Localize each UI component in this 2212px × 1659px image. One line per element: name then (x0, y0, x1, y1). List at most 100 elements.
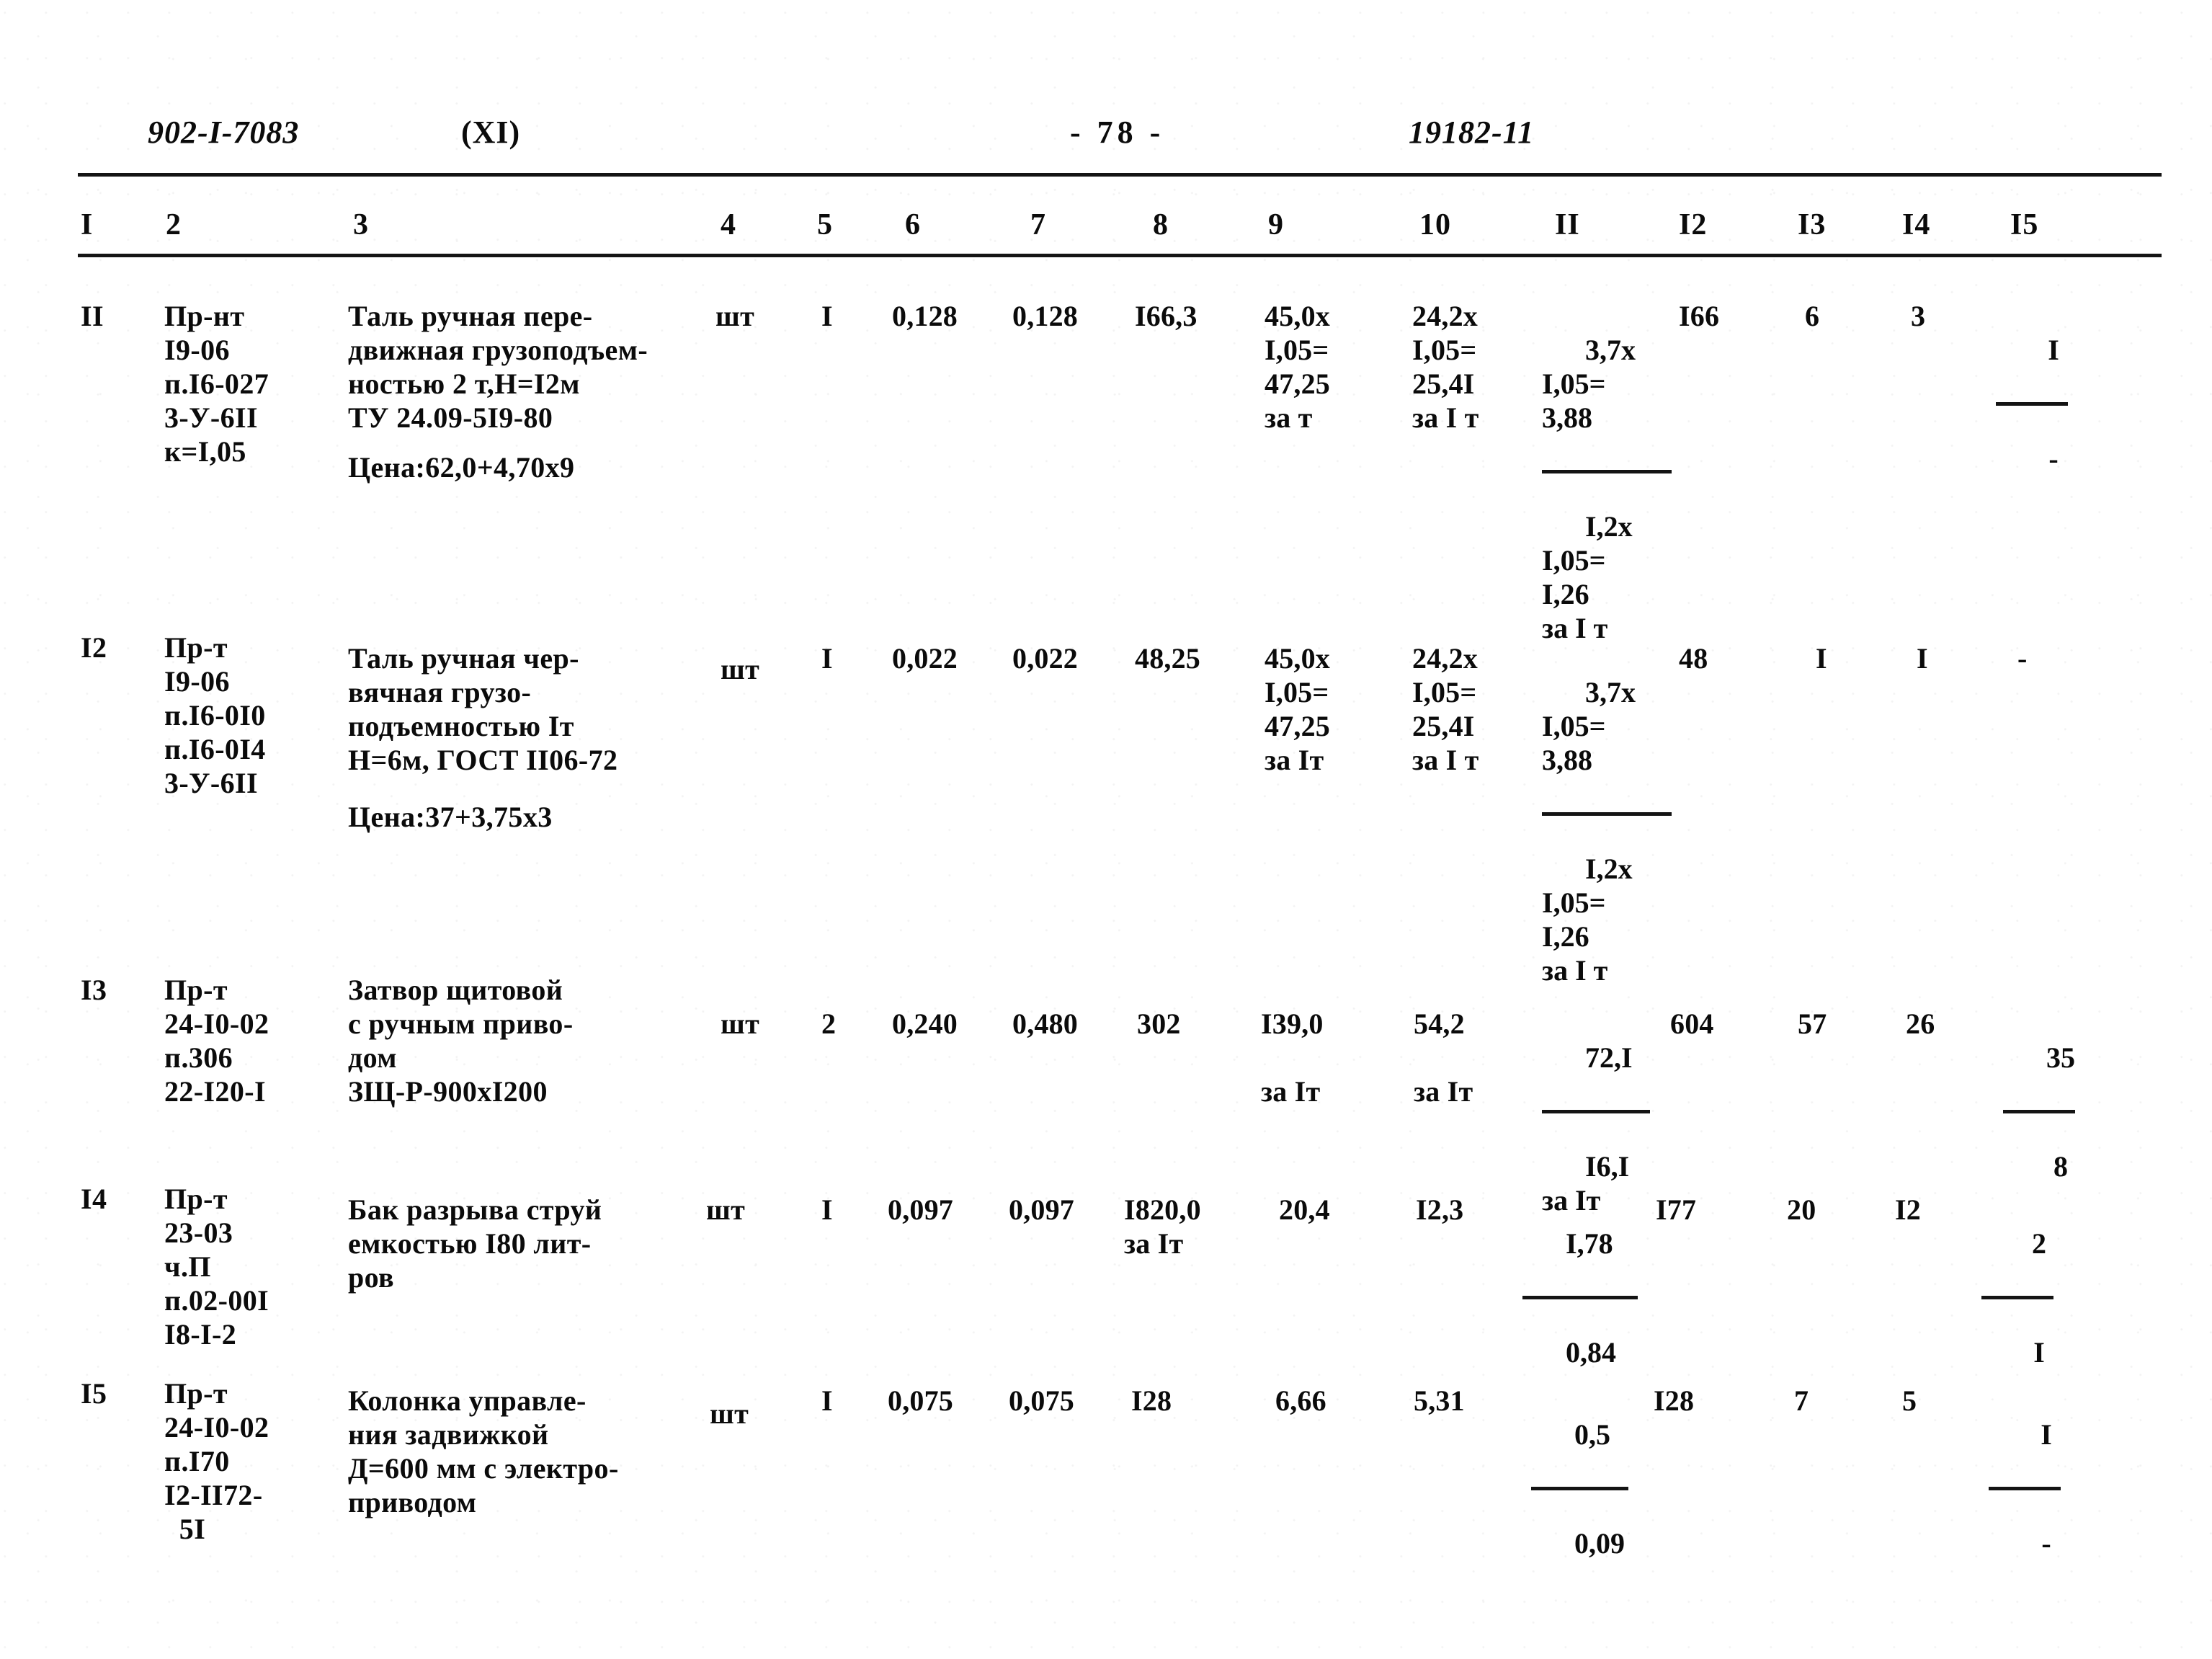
row-3-col-11-top: 72,I (1585, 1041, 1633, 1074)
row-3-col-13: 57 (1798, 1008, 1827, 1040)
column-header-6: 6 (905, 208, 921, 241)
column-header-2: 2 (166, 208, 182, 241)
row-5-col-15-bottom: - (2041, 1527, 2051, 1560)
column-header-8: 8 (1153, 208, 1169, 241)
column-header-10: 10 (1419, 208, 1451, 241)
document-code: 902-I-7083 (148, 115, 300, 150)
row-4-col-15-bottom: I (2033, 1336, 2045, 1369)
column-header-14: I4 (1902, 208, 1931, 241)
row-4-col-6: 0,097 (888, 1193, 953, 1226)
row-1-col-11: 3,7х I,05= 3,88 I,2х I,05= I,26 за I т (1542, 299, 1672, 679)
row-4-col-11-top: I,78 (1566, 1227, 1613, 1260)
row-1-col-9: 45,0х I,05= 47,25 за т (1265, 300, 1330, 434)
row-3-col-1: I3 (81, 974, 107, 1006)
row-5-col-4: шт (710, 1397, 749, 1430)
row-4-col-10: I2,3 (1416, 1193, 1464, 1226)
row-5-col-11-divider (1531, 1487, 1628, 1490)
row-4-col-15: 2 I (1981, 1193, 2053, 1403)
row-2-col-8: 48,25 (1135, 642, 1200, 675)
row-2-col-7: 0,022 (1012, 642, 1078, 675)
row-1-col-3: Таль ручная пере- движная грузоподъем- н… (348, 300, 648, 434)
row-2-col-9: 45,0х I,05= 47,25 за Iт (1265, 642, 1330, 776)
row-5-col-9: 6,66 (1275, 1384, 1326, 1417)
row-2-col-11-bottom: I,2х I,05= I,26 за I т (1542, 853, 1633, 987)
row-2-col-6: 0,022 (892, 642, 958, 675)
row-5-col-15: I - (1989, 1384, 2061, 1594)
row-4-col-11-bottom: 0,84 (1566, 1336, 1616, 1369)
row-1-col-8: I66,3 (1135, 300, 1198, 332)
row-4-col-1: I4 (81, 1183, 107, 1215)
row-2-col-3-price: Цена:37+3,75х3 (348, 801, 553, 833)
row-3-col-15: 35 8 (2003, 1007, 2075, 1217)
row-2-col-15: - (2017, 642, 2028, 675)
row-4-col-9: 20,4 (1279, 1193, 1330, 1226)
scan-grain-overlay (0, 0, 2212, 1659)
row-3-col-10: 54,2 за Iт (1414, 1008, 1473, 1108)
row-1-col-11-top: 3,7х I,05= 3,88 (1542, 334, 1636, 434)
row-3-col-15-bottom: 8 (2053, 1150, 2068, 1183)
column-header-9: 9 (1268, 208, 1284, 241)
row-5-col-8: I28 (1131, 1384, 1172, 1417)
row-3-col-15-top: 35 (2046, 1041, 2075, 1074)
row-5-col-15-top: I (2041, 1418, 2052, 1451)
row-4-col-5: I (821, 1193, 833, 1226)
row-2-col-11: 3,7х I,05= 3,88 I,2х I,05= I,26 за I т (1542, 641, 1672, 1021)
row-3-col-12: 604 (1670, 1008, 1714, 1040)
row-4-col-15-top: 2 (2032, 1227, 2046, 1260)
row-1-col-11-divider (1542, 470, 1672, 473)
column-header-11: II (1555, 208, 1580, 241)
row-3-col-14: 26 (1906, 1008, 1935, 1040)
row-1-col-3-price: Цена:62,0+4,70х9 (348, 451, 575, 484)
row-4-col-15-divider (1981, 1296, 2053, 1299)
row-1-col-15-divider (1996, 402, 2068, 406)
row-1-col-15: I - (1996, 299, 2068, 510)
column-header-1: I (81, 208, 94, 241)
row-2-col-1: I2 (81, 631, 107, 664)
row-3-col-4: шт (721, 1008, 760, 1040)
row-3-col-15-divider (2003, 1110, 2075, 1113)
row-2-col-11-divider (1542, 812, 1672, 816)
row-3-col-5: 2 (821, 1008, 837, 1040)
row-5-col-12: I28 (1654, 1384, 1695, 1417)
row-3-col-2: Пр-т 24-I0-02 п.306 22-I20-I (164, 974, 269, 1108)
row-2-col-13: I (1816, 642, 1827, 675)
row-5-col-3: Колонка управле- ния задвижкой Д=600 мм … (348, 1384, 619, 1518)
table-rule-top (78, 173, 2162, 177)
row-1-col-10: 24,2х I,05= 25,4I за I т (1412, 300, 1479, 434)
row-2-col-4: шт (721, 653, 760, 685)
row-5-col-10: 5,31 (1414, 1384, 1465, 1417)
row-5-col-1: I5 (81, 1377, 107, 1410)
row-1-col-6: 0,128 (892, 300, 958, 332)
row-1-col-5: I (821, 300, 833, 332)
row-2-col-11-top: 3,7х I,05= 3,88 (1542, 676, 1636, 776)
column-header-12: I2 (1679, 208, 1708, 241)
column-header-3: 3 (353, 208, 369, 241)
row-5-col-14: 5 (1902, 1384, 1917, 1417)
row-4-col-13: 20 (1787, 1193, 1816, 1226)
row-3-col-7: 0,480 (1012, 1008, 1078, 1040)
row-2-col-10: 24,2х I,05= 25,4I за I т (1412, 642, 1479, 776)
sheet-code: 19182-11 (1409, 115, 1535, 150)
row-1-col-1: II (81, 300, 104, 332)
column-header-15: I5 (2010, 208, 2039, 241)
row-1-col-15-top: I (2048, 334, 2059, 366)
row-3-col-9: I39,0 за Iт (1261, 1008, 1324, 1108)
row-4-col-12: I77 (1656, 1193, 1697, 1226)
column-header-13: I3 (1798, 208, 1827, 241)
row-1-col-4: шт (715, 300, 755, 332)
table-rule-bottom (78, 254, 2162, 257)
row-1-col-13: 6 (1805, 300, 1820, 332)
row-2-col-5: I (821, 642, 833, 675)
row-1-col-11-bottom: I,2х I,05= I,26 за I т (1542, 510, 1633, 644)
row-1-col-12: I66 (1679, 300, 1720, 332)
row-5-col-15-divider (1989, 1487, 2061, 1490)
column-header-7: 7 (1030, 208, 1046, 241)
row-3-col-11-divider (1542, 1110, 1650, 1113)
row-3-col-3: Затвор щитовой с ручным приво- дом ЗЩ-Р-… (348, 974, 574, 1108)
row-4-col-4: шт (706, 1193, 746, 1226)
column-header-5: 5 (817, 208, 833, 241)
page-number: - 78 - (1070, 115, 1165, 150)
row-2-col-3: Таль ручная чер- вячная грузо- подъемнос… (348, 642, 618, 776)
row-1-col-7: 0,128 (1012, 300, 1078, 332)
row-3-col-8: 302 (1137, 1008, 1181, 1040)
